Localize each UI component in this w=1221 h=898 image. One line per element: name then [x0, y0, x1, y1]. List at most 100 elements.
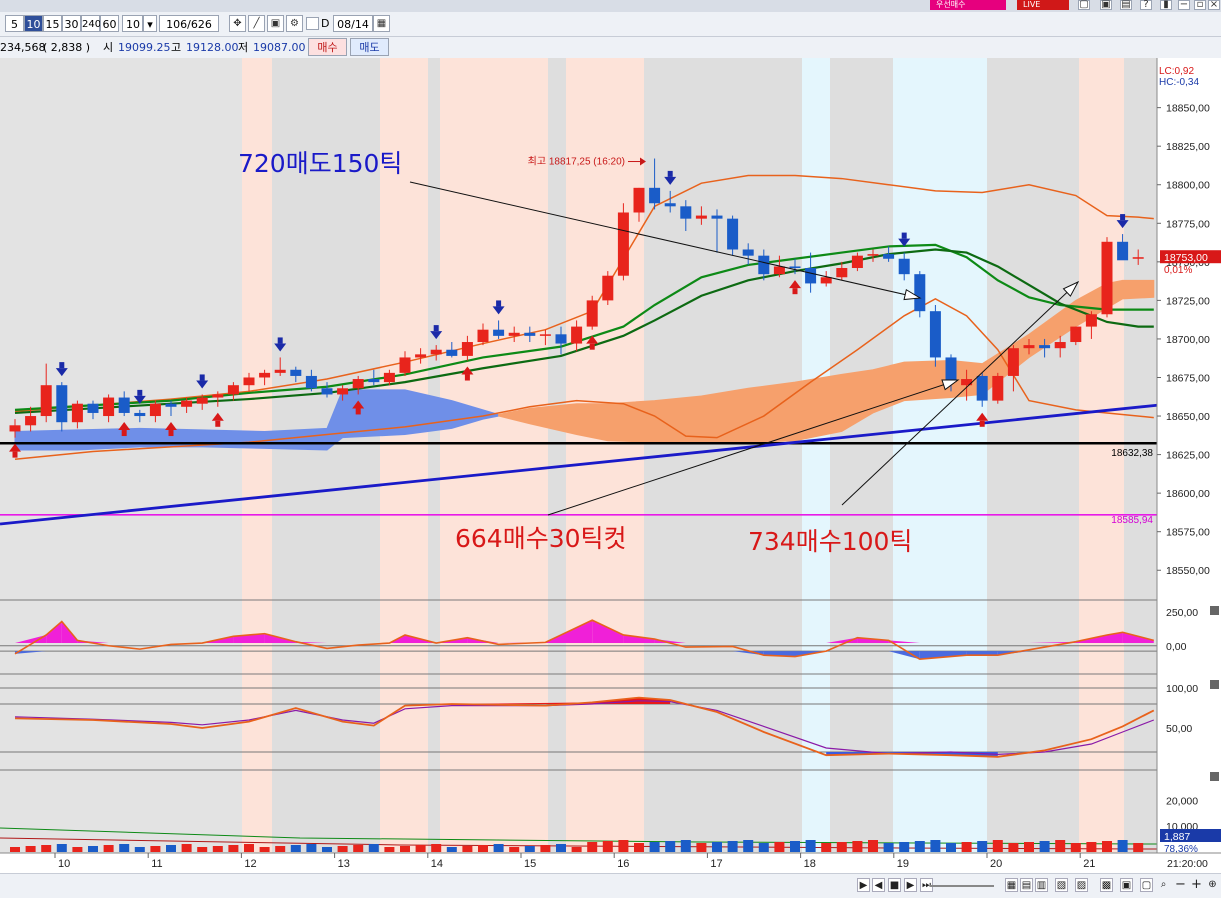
- period-button-60[interactable]: 60: [100, 15, 119, 32]
- candle-body: [118, 397, 130, 413]
- price-chart[interactable]: 18632,38 18585,94 최고 18817,25 (16:20) 720매…: [0, 58, 1221, 873]
- minimize-icon[interactable]: −: [1178, 0, 1190, 10]
- magnifier-icon[interactable]: ⌕: [1157, 878, 1170, 892]
- y-tick-label: 18800,00: [1166, 180, 1210, 192]
- candle-body: [633, 187, 645, 213]
- candle-body: [586, 300, 598, 327]
- window-icon-a[interactable]: ▢: [1078, 0, 1090, 10]
- volume-bar: [712, 842, 722, 852]
- candle-body: [383, 372, 395, 383]
- candle-body: [87, 403, 99, 413]
- candle-body: [945, 357, 957, 383]
- annotation-sell-720: 720매도150틱: [238, 149, 402, 178]
- candle: [586, 295, 598, 330]
- candle-body: [196, 397, 208, 404]
- volume-bar: [493, 844, 504, 852]
- pin-icon[interactable]: ▮: [1160, 0, 1172, 10]
- crosshair-tool-icon[interactable]: ✥: [229, 15, 246, 32]
- view-position-field[interactable]: 106/626: [159, 15, 219, 32]
- candle-body: [602, 275, 614, 301]
- count-dropdown-chevron-icon[interactable]: ▾: [143, 15, 157, 32]
- layout-icon-a[interactable]: ▦: [1005, 878, 1018, 892]
- sell-button[interactable]: 매도: [350, 38, 389, 56]
- window-top-strip: 우선매수 LIVE ▢ ▣ ▤ ? ▮ − ▫ ×: [0, 0, 1221, 12]
- scroll-prev-icon[interactable]: ◀: [872, 878, 885, 892]
- layout-icon-h[interactable]: ▢: [1140, 878, 1153, 892]
- volume-bar: [1102, 841, 1112, 852]
- y-tick-label: 18550,00: [1166, 565, 1210, 577]
- buy-priority-badge[interactable]: 우선매수: [930, 0, 1006, 10]
- volume-bar: [88, 846, 98, 852]
- scroll-play-icon[interactable]: ▶: [857, 878, 870, 892]
- volume-bar: [259, 847, 270, 852]
- period-button-30[interactable]: 30: [62, 15, 81, 32]
- layout-icon-d[interactable]: ▧: [1055, 878, 1068, 892]
- help-icon[interactable]: ?: [1140, 0, 1152, 10]
- panel-close-icon[interactable]: [1210, 680, 1219, 689]
- volume-bar: [1008, 843, 1019, 852]
- layout-icon-e[interactable]: ▨: [1075, 878, 1088, 892]
- x-tick-label: 15: [524, 858, 536, 870]
- d-checkbox[interactable]: [306, 17, 319, 30]
- restore-icon[interactable]: ▫: [1194, 0, 1206, 10]
- candle-body: [695, 215, 707, 219]
- panel3-tick-label: 20,000: [1166, 795, 1198, 807]
- volume-bar: [587, 842, 598, 852]
- candle-body: [9, 425, 21, 432]
- layout-icon-b[interactable]: ▤: [1020, 878, 1033, 892]
- close-icon[interactable]: ×: [1208, 0, 1220, 10]
- volume-bar: [805, 840, 816, 852]
- period-button-240[interactable]: 240: [81, 15, 101, 32]
- calendar-icon[interactable]: ▦: [373, 15, 390, 32]
- candle-body: [742, 249, 754, 256]
- save-icon[interactable]: ▣: [267, 15, 284, 32]
- volume-bar: [665, 841, 676, 852]
- scroll-stop-icon[interactable]: ■: [888, 878, 901, 892]
- candle-body: [1132, 257, 1144, 259]
- layout-icon-c[interactable]: ▥: [1035, 878, 1048, 892]
- panel-close-icon[interactable]: [1210, 606, 1219, 615]
- count-select[interactable]: 10: [122, 15, 143, 32]
- time-axis-current-label: 21:20:00: [1167, 858, 1208, 870]
- x-tick-label: 19: [897, 858, 909, 870]
- volume-bar: [415, 845, 426, 852]
- period-button-10[interactable]: 10: [24, 15, 43, 32]
- fit-icon[interactable]: ⊕: [1206, 878, 1219, 892]
- period-button-15[interactable]: 15: [43, 15, 62, 32]
- scroll-next-icon[interactable]: ▶: [904, 878, 917, 892]
- x-tick-label: 20: [990, 858, 1002, 870]
- x-tick-label: 18: [804, 858, 816, 870]
- buy-signal-icon-shaft: [355, 408, 361, 415]
- candle-body: [461, 342, 473, 356]
- candle-body: [243, 377, 255, 386]
- volume-bar: [290, 845, 301, 852]
- candle-body: [992, 375, 1004, 401]
- current-price-label: 18753,00: [1164, 252, 1208, 264]
- volume-bar: [602, 841, 613, 852]
- candle-body: [493, 329, 505, 336]
- period-button-5[interactable]: 5: [5, 15, 24, 32]
- candle-body: [617, 212, 629, 276]
- window-icon-b[interactable]: ▣: [1100, 0, 1112, 10]
- live-badge[interactable]: LIVE: [1017, 0, 1069, 10]
- line-tool-icon[interactable]: ╱: [248, 15, 265, 32]
- level-line-magenta-label: 18585,94: [1111, 515, 1153, 526]
- window-icon-c[interactable]: ▤: [1120, 0, 1132, 10]
- candle: [602, 271, 614, 306]
- layout-icon-g[interactable]: ▣: [1120, 878, 1133, 892]
- layout-icon-f[interactable]: ▩: [1100, 878, 1113, 892]
- panel-close-icon[interactable]: [1210, 772, 1219, 781]
- zoom-in-button[interactable]: +: [1190, 878, 1203, 892]
- zoom-out-button[interactable]: −: [1174, 878, 1187, 892]
- candle-body: [1085, 314, 1097, 327]
- date-field[interactable]: 08/14: [333, 15, 373, 32]
- quote-bar: 234,568 ( 2,838 ) 시 19099.25 고 19128.00 …: [0, 37, 1221, 59]
- volume-bar: [649, 842, 660, 852]
- gear-icon[interactable]: ⚙: [286, 15, 303, 32]
- buy-button[interactable]: 매수: [308, 38, 347, 56]
- x-tick-label: 21: [1083, 858, 1095, 870]
- candle-body: [883, 254, 895, 259]
- volume-bar: [509, 847, 520, 852]
- zoom-slider-track[interactable]: [930, 885, 994, 887]
- buy-signal-icon-shaft: [979, 420, 985, 427]
